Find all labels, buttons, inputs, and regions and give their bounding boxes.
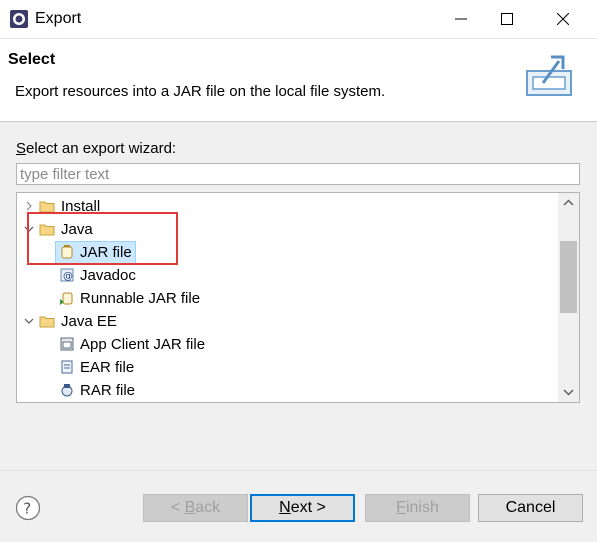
tree-item-label: App Client JAR file bbox=[80, 336, 206, 353]
chevron-up-icon bbox=[563, 199, 574, 206]
eclipse-icon bbox=[10, 10, 28, 28]
minimize-icon bbox=[455, 18, 467, 20]
rar-file-icon bbox=[61, 384, 73, 397]
filter-input[interactable] bbox=[16, 163, 580, 185]
page-description: Export resources into a JAR file on the … bbox=[15, 83, 386, 100]
close-button[interactable] bbox=[540, 0, 586, 38]
tree-item-install[interactable]: Install bbox=[17, 195, 557, 218]
tree-item-label: Java EE bbox=[61, 313, 117, 330]
back-button[interactable]: < Back bbox=[143, 494, 248, 522]
tree-item-label: Runnable JAR file bbox=[80, 290, 201, 307]
chevron-down-icon[interactable] bbox=[23, 222, 35, 236]
cancel-button[interactable]: Cancel bbox=[478, 494, 583, 522]
folder-icon bbox=[39, 201, 55, 213]
scroll-up-button[interactable] bbox=[558, 193, 579, 213]
tree-item-label: Javadoc bbox=[80, 267, 136, 284]
tree-item-app-client-jar-file[interactable]: App Client JAR file bbox=[17, 333, 557, 356]
next-button[interactable]: Next > bbox=[250, 494, 355, 522]
tree-item-jar-file[interactable]: JAR file bbox=[17, 241, 557, 264]
folder-icon bbox=[39, 316, 55, 328]
window-title: Export bbox=[35, 10, 82, 27]
svg-text:?: ? bbox=[23, 500, 31, 518]
maximize-button[interactable] bbox=[484, 0, 530, 38]
tree-item-runnable-jar-file[interactable]: Runnable JAR file bbox=[17, 287, 557, 310]
wizard-select-label: Select an export wizard: bbox=[16, 140, 177, 157]
tree-item-rar-file[interactable]: RAR file bbox=[17, 379, 557, 402]
export-banner-icon bbox=[526, 55, 572, 96]
wizard-tree[interactable]: Install Java JAR file @ Javadoc Runnable… bbox=[16, 192, 580, 403]
tree-item-java[interactable]: Java bbox=[17, 218, 557, 241]
help-icon[interactable]: ? bbox=[15, 495, 41, 521]
tree-item-label: JAR file bbox=[80, 244, 132, 261]
chevron-down-icon bbox=[563, 389, 574, 396]
runnable-jar-icon bbox=[60, 292, 73, 305]
tree-scrollbar[interactable] bbox=[558, 193, 579, 402]
tree-item-label: EAR file bbox=[80, 359, 135, 376]
chevron-right-icon[interactable] bbox=[23, 199, 35, 213]
folder-icon bbox=[39, 224, 55, 236]
wizard-header: Select Export resources into a JAR file … bbox=[0, 39, 597, 122]
javadoc-icon: @ bbox=[60, 268, 74, 282]
maximize-icon bbox=[501, 13, 513, 25]
tree-item-ear-file[interactable]: EAR file bbox=[17, 356, 557, 379]
app-client-jar-icon bbox=[60, 337, 74, 351]
tree-item-label: Java bbox=[61, 221, 93, 238]
title-bar: Export bbox=[0, 0, 597, 39]
tree-item-javadoc[interactable]: @ Javadoc bbox=[17, 264, 557, 287]
scroll-down-button[interactable] bbox=[558, 382, 579, 402]
finish-button[interactable]: Finish bbox=[365, 494, 470, 522]
jar-file-icon bbox=[61, 245, 73, 259]
tree-item-label: RAR file bbox=[80, 382, 136, 399]
tree-item-label: Install bbox=[61, 198, 101, 215]
scroll-thumb[interactable] bbox=[560, 241, 577, 313]
footer-divider bbox=[0, 470, 597, 471]
ear-file-icon bbox=[61, 360, 73, 374]
chevron-down-icon[interactable] bbox=[23, 314, 35, 328]
minimize-button[interactable] bbox=[438, 0, 484, 38]
svg-text:@: @ bbox=[63, 271, 73, 282]
close-icon bbox=[557, 13, 569, 25]
page-title: Select bbox=[8, 51, 56, 68]
tree-item-java-ee[interactable]: Java EE bbox=[17, 310, 557, 333]
